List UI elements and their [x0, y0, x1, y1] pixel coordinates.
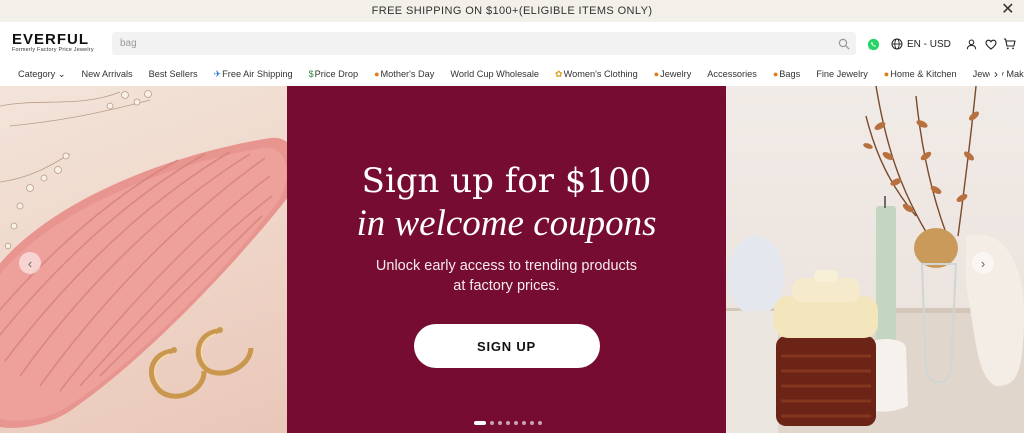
hero-title-italic: in welcome coupons — [356, 203, 657, 244]
nav-item-label: Women's Clothing — [563, 69, 638, 79]
nav-item-label: Best Sellers — [148, 69, 198, 79]
nav-item[interactable]: Category ⌄ — [0, 69, 74, 80]
nav-item-icon: ✈ — [213, 68, 222, 79]
announcement-bar: FREE SHIPPING ON $100+(ELIGIBLE ITEMS ON… — [0, 0, 1024, 22]
nav-item[interactable]: ● Jewelry — [646, 69, 700, 79]
nav-item-label: Price Drop — [314, 69, 359, 79]
chevron-left-icon: ‹ — [27, 255, 33, 271]
signup-promo-panel: Sign up for $100 in welcome coupons Unlo… — [287, 86, 726, 433]
nav-item-icon: $ — [308, 69, 314, 79]
carousel-dot[interactable] — [506, 421, 510, 425]
nav-item-label: Mother's Day — [380, 69, 435, 79]
nav-item-label: Accessories — [707, 69, 757, 79]
nav-item[interactable]: Fine Jewelry — [808, 69, 876, 79]
carousel-prev-button[interactable]: ‹ — [19, 252, 41, 274]
nav-item-icon: ● — [653, 69, 660, 79]
logo-tagline: Formerly Factory Price Jewelry — [12, 47, 94, 53]
category-nav: Category ⌄ New Arrivals Best Sellers ✈ Free … — [0, 62, 1024, 86]
search-input[interactable] — [112, 32, 856, 55]
nav-item[interactable]: ● Bags — [765, 69, 808, 79]
carousel-dot[interactable] — [474, 421, 486, 425]
nav-item[interactable]: ● Home & Kitchen — [876, 69, 965, 79]
nav-item[interactable]: New Arrivals — [74, 69, 141, 79]
hero-subtitle-line2: at factory prices. — [453, 278, 560, 294]
site-header: EVERFUL Formerly Factory Price Jewelry E… — [0, 22, 1024, 62]
carousel-dot[interactable] — [530, 421, 534, 425]
nav-item[interactable]: Accessories — [699, 69, 765, 79]
user-icon[interactable] — [965, 37, 979, 51]
earrings-tray-illustration — [0, 90, 287, 428]
carousel-dot[interactable] — [538, 421, 542, 425]
chevron-right-icon[interactable]: › — [990, 67, 1002, 81]
whatsapp-icon[interactable] — [866, 37, 880, 51]
language-currency-selector[interactable]: EN - USD — [907, 39, 951, 50]
chevron-right-icon: › — [980, 255, 986, 271]
header-actions: EN - USD — [866, 36, 1017, 52]
hero-image-earrings — [0, 86, 287, 433]
search-icon[interactable] — [838, 38, 850, 50]
nav-item-label: Free Air Shipping — [222, 69, 293, 79]
hero-title: Sign up for $100 — [361, 161, 652, 201]
heart-icon[interactable] — [984, 37, 998, 51]
carousel-dot[interactable] — [514, 421, 518, 425]
nav-item[interactable]: $ Price Drop — [301, 69, 366, 79]
nav-item-label: Bags — [779, 69, 801, 79]
nav-item-label: Jewelry — [660, 69, 692, 79]
nav-item-label: Fine Jewelry — [816, 69, 868, 79]
nav-item-label: Home & Kitchen — [890, 69, 957, 79]
nav-item[interactable]: ✈ Free Air Shipping — [206, 69, 301, 80]
logo-wordmark: EVERFUL — [12, 31, 90, 48]
nav-item[interactable]: ● Mother's Day — [366, 69, 442, 79]
hero-subtitle-line1: Unlock early access to trending products — [375, 258, 638, 274]
close-icon[interactable]: ✕ — [1000, 2, 1016, 18]
nav-item[interactable]: ✿ Women's Clothing — [547, 69, 646, 80]
carousel-dot[interactable] — [522, 421, 526, 425]
logo[interactable]: EVERFUL Formerly Factory Price Jewelry — [12, 32, 102, 54]
nav-item-label: World Cup Wholesale — [450, 69, 540, 79]
nav-item[interactable]: World Cup Wholesale — [442, 69, 547, 79]
nav-item-icon: ● — [374, 69, 380, 79]
nav-item-label: New Arrivals — [81, 69, 133, 79]
carousel-dot[interactable] — [490, 421, 494, 425]
nav-item-icon: ● — [772, 69, 779, 79]
nav-item[interactable]: Best Sellers — [141, 69, 206, 79]
nav-item-icon: ✿ — [555, 68, 563, 79]
carousel-next-button[interactable]: › — [972, 252, 994, 274]
carousel-dot[interactable] — [498, 421, 502, 425]
hero-carousel: Sign up for $100 in welcome coupons Unlo… — [0, 86, 1024, 433]
sign-up-button[interactable]: SIGN UP — [413, 324, 600, 368]
globe-icon[interactable] — [890, 37, 904, 51]
carousel-pagination — [474, 421, 546, 425]
announcement-text: FREE SHIPPING ON $100+(ELIGIBLE ITEMS ON… — [371, 5, 653, 17]
cart-icon[interactable] — [1003, 37, 1017, 51]
hero-subtitle: Unlock early access to trending products… — [376, 256, 637, 296]
nav-item-icon: ● — [883, 69, 890, 79]
nav-item-label: Category ⌄ — [18, 68, 66, 79]
